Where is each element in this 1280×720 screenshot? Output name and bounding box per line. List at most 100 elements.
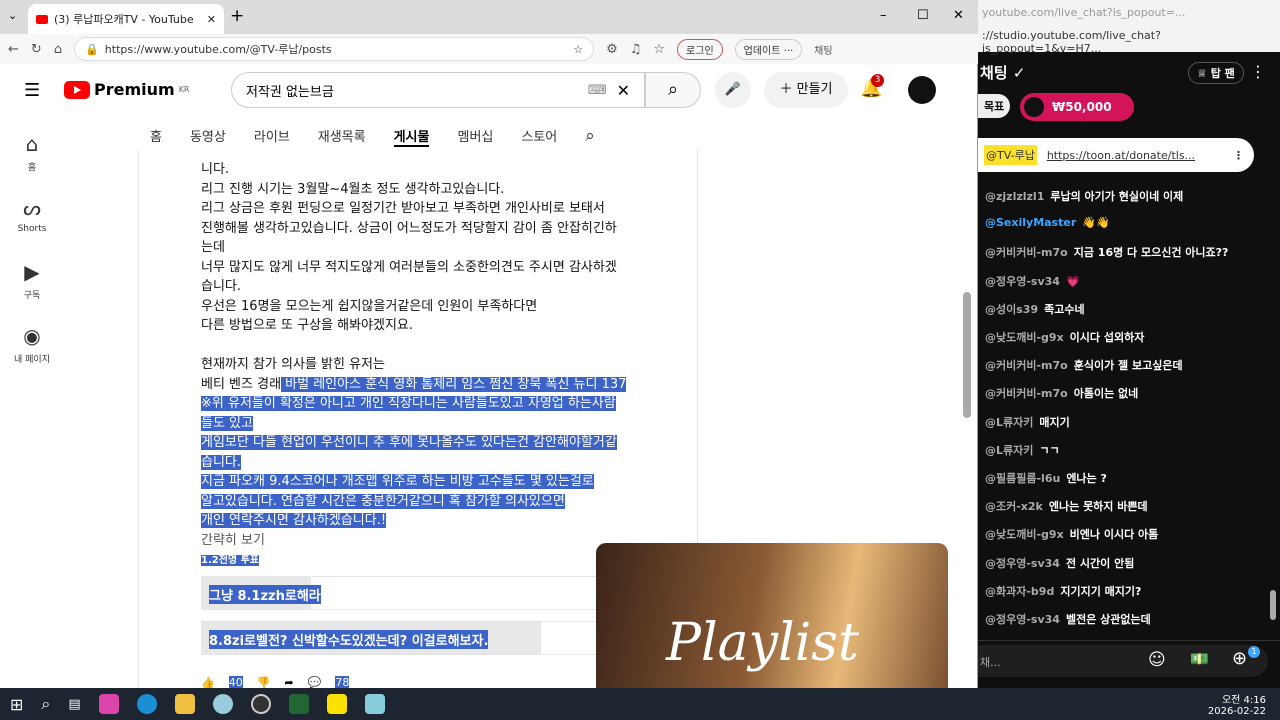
youtube-logo-icon [64,80,90,99]
create-button[interactable]: ＋ 만들기 [764,72,848,108]
favorites-icon[interactable]: ☆ [653,42,665,57]
update-button[interactable]: 업데이트 ··· [734,38,803,60]
copilot-icon[interactable] [98,694,119,714]
chat-author[interactable]: @커비커비-m7o [985,246,1068,259]
chat-message: @조커-x2k 엔나는 못하지 바쁜데 [985,498,1148,514]
search-button[interactable]: ⌕ [645,72,701,108]
avatar[interactable] [908,76,936,104]
goal-progress[interactable]: ₩50,000 [1020,93,1134,121]
obs-icon[interactable] [250,694,271,714]
chat-author[interactable]: @낮도깨비-g9x [985,528,1064,541]
post-text-selected: 지금 파오캐 9.4스코어나 개조맵 위주로 하는 비방 고수들도 몇 있는걸로 [201,474,594,489]
tab-list-icon[interactable]: ⌄ [8,9,17,22]
tab-store[interactable]: 스토어 [521,126,557,147]
chat-author[interactable]: @L류자키 [985,416,1033,429]
home-icon[interactable]: ⌂ [54,42,62,57]
chat-scrollbar[interactable] [1270,590,1276,620]
tab-membership[interactable]: 멤버십 [457,126,493,147]
game-icon[interactable] [288,694,309,714]
chat-author[interactable]: @정우영-sv34 [985,613,1060,626]
tab-videos[interactable]: 동영상 [190,126,226,147]
chat-author[interactable]: @커비커비-m7o [985,359,1068,372]
kakaotalk-icon[interactable] [326,694,347,714]
copilot-chat-button[interactable]: 채팅 [814,42,832,57]
favorite-icon[interactable]: ☆ [573,43,583,56]
start-icon[interactable]: ⊞ [10,695,23,714]
pinned-more-icon[interactable]: ⋮ [1233,149,1244,162]
notepad-icon[interactable] [364,694,385,714]
chat-author[interactable]: @SexilyMaster [985,216,1076,229]
chat-message: @SexilyMaster 👋👋 [985,216,1110,229]
sidebar-item-you[interactable]: ◉ 내 페이지 [0,320,64,384]
browser-tab[interactable]: (3) 루납파오캐TV - YouTube ✕ [28,4,224,34]
poll-option-1[interactable]: 그냥 8.1zzh로해라 [201,576,661,610]
chat-author[interactable]: @L류자키 [985,444,1033,457]
task-view-icon[interactable]: ▤ [68,697,80,712]
top-fan-button[interactable]: ♕ 탑 팬 [1188,62,1244,84]
tab-home[interactable]: 홈 [150,126,162,147]
add-icon[interactable]: ⊕ [1232,648,1247,669]
url-text: https://www.youtube.com/@TV-루납/posts [104,43,332,56]
maximize-button[interactable]: ☐ [917,8,929,23]
clear-search-icon[interactable]: ✕ [617,81,630,100]
tab-posts[interactable]: 게시물 [393,126,430,147]
clock: 오전 4:16 2026-02-22 [1208,691,1266,717]
post-line: 너무 많지도 않게 너무 적지도않게 여러분들의 소중한의견도 주시면 감사하겠 [201,259,617,275]
menu-icon[interactable]: ☰ [24,80,40,101]
sidebar-item-shorts[interactable]: ᔕ Shorts [0,192,64,256]
close-window-button[interactable]: ✕ [953,8,964,23]
show-less-link[interactable]: 간략히 보기 [201,531,661,551]
browser-window: ⌄ (3) 루납파오캐TV - YouTube ✕ + – ☐ ✕ ← ↻ ⌂ 🔒 ht… [0,0,978,693]
chat-author[interactable]: @정우영-sv34 [985,275,1060,288]
reload-icon[interactable]: ↻ [31,42,42,57]
pinned-link[interactable]: https://toon.at/donate/tls... [1047,149,1195,162]
chat-text: 족고수네 [1044,302,1085,316]
chat-author[interactable]: @필름필름-l6u [985,472,1060,485]
extensions-icon[interactable]: ⚙ [606,42,618,57]
goal-chip[interactable]: 목표 [978,94,1011,118]
notifications-icon[interactable]: 🔔 3 [860,74,884,99]
media-icon[interactable]: ♫ [630,42,642,57]
keyboard-icon[interactable]: ⌨ [588,83,607,98]
edge-icon[interactable] [136,694,157,714]
url-field[interactable]: 🔒 https://www.youtube.com/@TV-루납/posts ☆ [74,37,595,61]
search-value: 저작권 없는브금 [246,84,334,100]
chat-author[interactable]: @커비커비-m7o [985,387,1068,400]
new-tab-button[interactable]: + [230,6,244,26]
chat-author[interactable]: @조커-x2k [985,500,1043,513]
sidebar-item-home[interactable]: ⌂ 홈 [0,128,64,192]
minimize-button[interactable]: – [880,8,887,23]
scrollbar[interactable] [963,292,971,418]
tab-playlists[interactable]: 재생목록 [318,126,366,147]
search-input[interactable]: 저작권 없는브금 ⌨ ✕ [231,72,645,108]
post-line: 리그 상금은 후원 펀딩으로 일정기간 받아보고 부족하면 개인사비로 보태서 [201,201,605,216]
search-icon[interactable]: ⌕ [41,694,50,714]
verified-icon: ✓ [1012,64,1026,82]
tab-bar: ⌄ (3) 루납파오캐TV - YouTube ✕ + – ☐ ✕ [0,0,978,34]
pinned-message[interactable]: @TV-루납 https://toon.at/donate/tls... ⋮ [978,138,1254,172]
poll-option-2[interactable]: 8.8zi로벨전? 신박할수도있겠는데? 이걸로해보자. [201,621,661,655]
voice-search-button[interactable]: 🎤 [715,72,751,108]
chat-author[interactable]: @화과자-b9d [985,585,1054,598]
app-icon[interactable] [212,694,233,714]
chat-author[interactable]: @zjzlzlzl1 [985,190,1044,203]
date: 2026-02-22 [1207,706,1266,717]
close-tab-icon[interactable]: ✕ [207,13,216,26]
file-explorer-icon[interactable] [174,694,195,714]
shorts-icon: ᔕ [23,196,41,220]
chat-input[interactable]: 채... [978,645,1268,677]
sidebar-item-subscriptions[interactable]: ▶ 구독 [0,256,64,320]
back-icon[interactable]: ← [8,42,19,57]
emoji-icon[interactable]: ☺ [1148,650,1166,670]
chat-author[interactable]: @성이s39 [985,303,1038,316]
sidebar-label: 구독 [23,291,41,301]
chat-author[interactable]: @정우영-sv34 [985,557,1060,570]
youtube-logo[interactable]: Premium KR [64,80,190,99]
tab-live[interactable]: 라이브 [254,126,290,147]
login-button[interactable]: 로그인 [677,38,723,60]
super-chat-icon[interactable]: 💵 [1190,650,1209,668]
playlist-overlay[interactable]: Playlist [596,543,948,693]
channel-search-icon[interactable]: ⌕ [585,126,595,147]
chat-author[interactable]: @낮도깨비-g9x [985,331,1064,344]
more-options-icon[interactable]: ⋮ [1250,62,1266,81]
